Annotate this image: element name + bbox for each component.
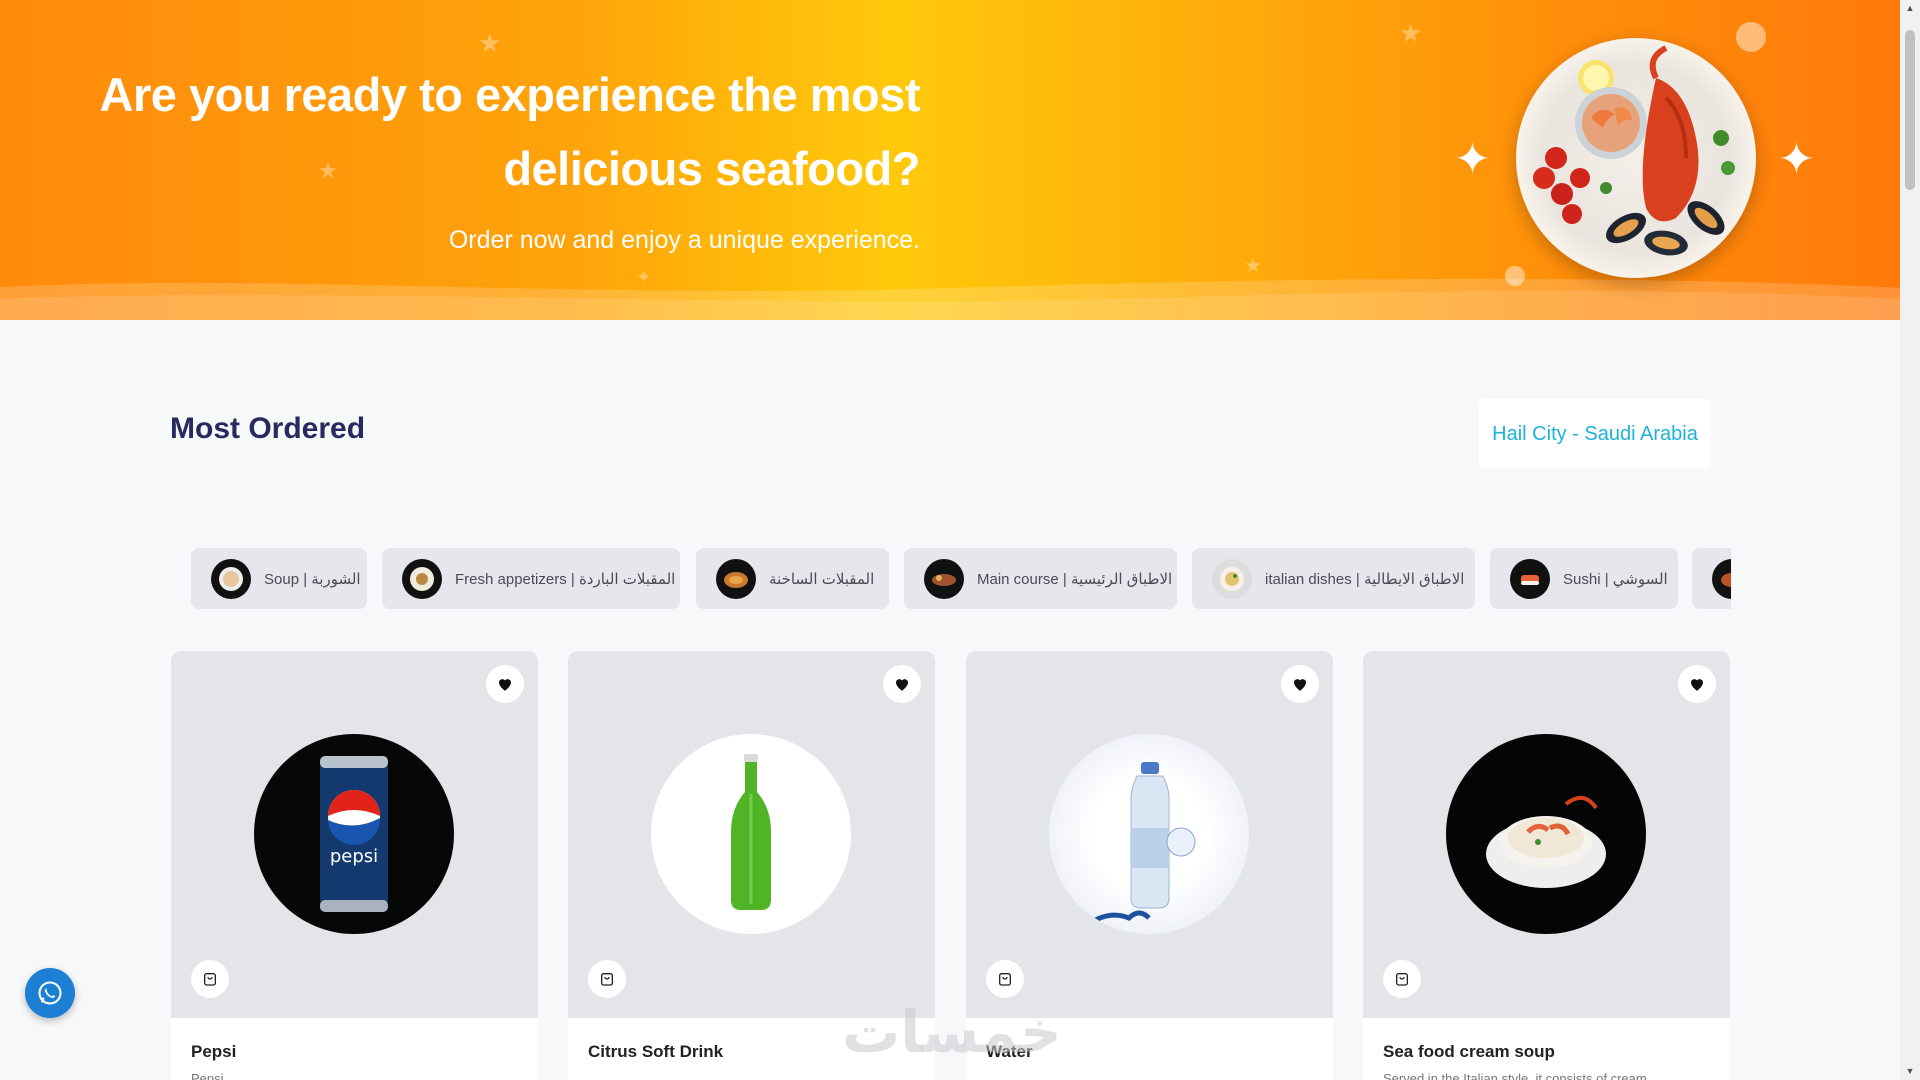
product-description: Served in the Italian style, it consists… [1383,1071,1647,1080]
main-course-thumbnail-icon [924,558,964,599]
scrollbar-thumb[interactable] [1905,30,1915,190]
add-to-cart-button[interactable] [986,960,1024,998]
product-image-area [1363,651,1730,1018]
category-bar: Soup | الشوربة Fresh appetizers | المقبل… [170,548,1731,610]
appetizer-thumbnail-icon [402,558,442,599]
product-name: Pepsi [191,1042,237,1061]
add-to-cart-button[interactable] [191,960,229,998]
product-description: Pepsi [191,1071,224,1080]
hero-title: Are you ready to experience the most del… [99,68,921,195]
heart-icon [896,679,908,691]
category-label: Soup | الشوربة [264,570,361,588]
decor-dot [1736,22,1766,52]
category-chip-sushi[interactable]: Sushi | السوشي [1490,548,1678,609]
favorite-button[interactable] [1678,665,1716,703]
category-label: Fresh appetizers | المقبلات الباردة [455,570,676,588]
svg-text:pepsi: pepsi [330,846,378,867]
category-chip-italian-dishes[interactable]: italian dishes | الاطباق الايطالية [1192,548,1475,609]
product-image-area: pepsi [171,651,538,1018]
section-title: Most Ordered [170,412,366,445]
star-icon: ★ [478,28,502,58]
shopping-bag-icon [601,973,613,986]
favorite-button[interactable] [486,665,524,703]
product-card[interactable]: pepsi Pepsi Pepsi [171,651,538,1080]
citrus-drink-image [651,734,851,934]
star-icon: ✦ [1454,135,1491,184]
product-name: Citrus Soft Drink [588,1042,724,1061]
product-image-area [966,651,1333,1018]
star-icon: ✦ [636,267,652,287]
category-chip-main-course[interactable]: Main course | الاطباق الرئيسية [904,548,1177,609]
product-image-area [568,651,935,1018]
pepsi-image: pepsi [254,734,454,934]
heart-icon [1294,679,1306,691]
seafood-soup-image [1446,734,1646,934]
product-name: Sea food cream soup [1383,1042,1555,1061]
category-chip-hot-appetizers[interactable]: المقبلات الساخنة [696,548,889,609]
star-icon: ★ [1399,18,1423,48]
watermark: خمسات [842,998,1062,1066]
shopping-bag-icon [204,973,216,986]
add-to-cart-button[interactable] [588,960,626,998]
city-selector[interactable]: Hail City - Saudi Arabia [1479,399,1711,469]
category-chip-partial[interactable] [1692,548,1731,609]
product-card[interactable]: Sea food cream soup Served in the Italia… [1363,651,1730,1080]
category-label: Main course | الاطباق الرئيسية [977,570,1173,588]
whatsapp-button[interactable] [25,968,75,1018]
water-image [1049,734,1249,934]
category-label: italian dishes | الاطباق الايطالية [1265,570,1465,588]
page-scrollbar[interactable]: ▲ ▼ [1900,0,1920,1080]
heart-icon [1691,679,1703,691]
whatsapp-icon [38,981,62,1005]
hot-appetizer-thumbnail-icon [716,558,756,599]
city-label: Hail City - Saudi Arabia [1492,422,1698,445]
category-chip-soup[interactable]: Soup | الشوربة [191,548,367,609]
hero-banner: ★ ★ ★ ★ ✦ ✦ ✦ Are you ready to experienc… [0,0,1900,320]
hero-subtitle: Order now and enjoy a unique experience. [448,226,920,254]
sushi-thumbnail-icon [1510,558,1550,599]
star-icon: ✦ [1778,135,1815,184]
soup-thumbnail-icon [211,558,251,599]
category-label: Sushi | السوشي [1563,570,1668,588]
add-to-cart-button[interactable] [1383,960,1421,998]
star-icon: ★ [1244,255,1262,277]
favorite-button[interactable] [1281,665,1319,703]
scroll-down-arrow-icon[interactable]: ▼ [1905,1066,1915,1076]
category-chip-fresh-appetizers[interactable]: Fresh appetizers | المقبلات الباردة [382,548,680,609]
shopping-bag-icon [1396,973,1408,986]
shopping-bag-icon [999,973,1011,986]
italian-thumbnail-icon [1212,558,1252,599]
decor-dot [1505,266,1525,286]
category-thumbnail-icon [1712,558,1731,599]
scroll-up-arrow-icon[interactable]: ▲ [1905,3,1915,13]
seafood-plate-image [1516,38,1756,278]
heart-icon [499,679,511,691]
category-label: المقبلات الساخنة [769,570,875,588]
favorite-button[interactable] [883,665,921,703]
